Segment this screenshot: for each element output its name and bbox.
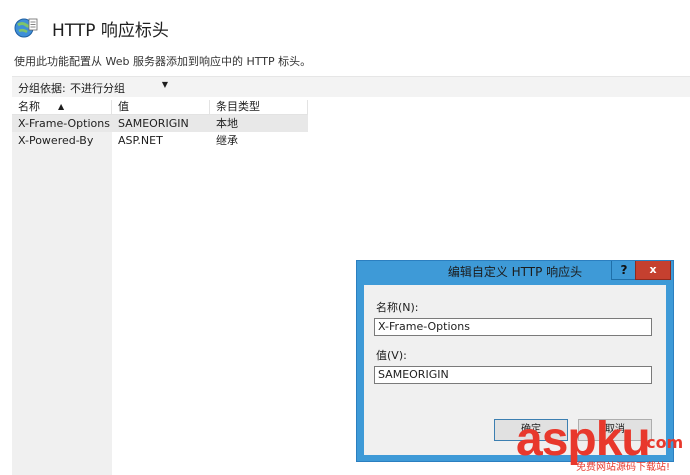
cell-value: ASP.NET <box>118 134 163 147</box>
close-button[interactable]: x <box>635 261 671 280</box>
watermark-domain: .com <box>640 433 684 452</box>
dropdown-arrow-icon: ▼ <box>161 80 168 89</box>
column-header-name[interactable]: 名称 ▲ <box>12 100 112 114</box>
group-by-label: 分组依据: <box>18 82 66 95</box>
cell-entry-type: 本地 <box>216 117 238 130</box>
table-row[interactable]: X-Powered-By ASP.NET 继承 <box>12 132 308 149</box>
cell-name: X-Frame-Options <box>18 117 110 130</box>
sort-ascending-icon: ▲ <box>58 102 65 111</box>
page-title: HTTP 响应标头 <box>52 20 169 41</box>
column-header-name-label: 名称 <box>18 100 40 113</box>
column-header-value-label: 值 <box>118 100 129 113</box>
globe-icon <box>14 16 38 40</box>
group-by-toolbar: 分组依据: 不进行分组 ▼ <box>12 76 690 97</box>
table-header: 名称 ▲ 值 条目类型 <box>12 100 308 115</box>
cell-name: X-Powered-By <box>18 134 94 147</box>
column-header-value[interactable]: 值 <box>112 100 210 114</box>
watermark-tagline: 免费网站源码下载站! <box>576 462 671 473</box>
help-button[interactable]: ? <box>611 261 637 280</box>
name-label: 名称(N): <box>376 301 419 314</box>
cell-entry-type: 继承 <box>216 134 238 147</box>
headers-table: 名称 ▲ 值 条目类型 X-Frame-Options SAMEORIGIN 本… <box>12 100 308 149</box>
column-header-entry-type[interactable]: 条目类型 <box>210 100 308 114</box>
page-description: 使用此功能配置从 Web 服务器添加到响应中的 HTTP 标头。 <box>14 55 312 68</box>
cell-value: SAMEORIGIN <box>118 117 189 130</box>
value-label: 值(V): <box>376 349 407 362</box>
value-field[interactable]: SAMEORIGIN <box>374 366 652 384</box>
group-by-value: 不进行分组 <box>70 82 125 95</box>
page-header: HTTP 响应标头 <box>14 14 169 42</box>
column-header-entry-type-label: 条目类型 <box>216 100 260 113</box>
table-row[interactable]: X-Frame-Options SAMEORIGIN 本地 <box>12 115 308 132</box>
name-column-background <box>12 116 112 475</box>
group-by-dropdown[interactable]: 不进行分组 ▼ <box>66 78 170 95</box>
name-field[interactable]: X-Frame-Options <box>374 318 652 336</box>
